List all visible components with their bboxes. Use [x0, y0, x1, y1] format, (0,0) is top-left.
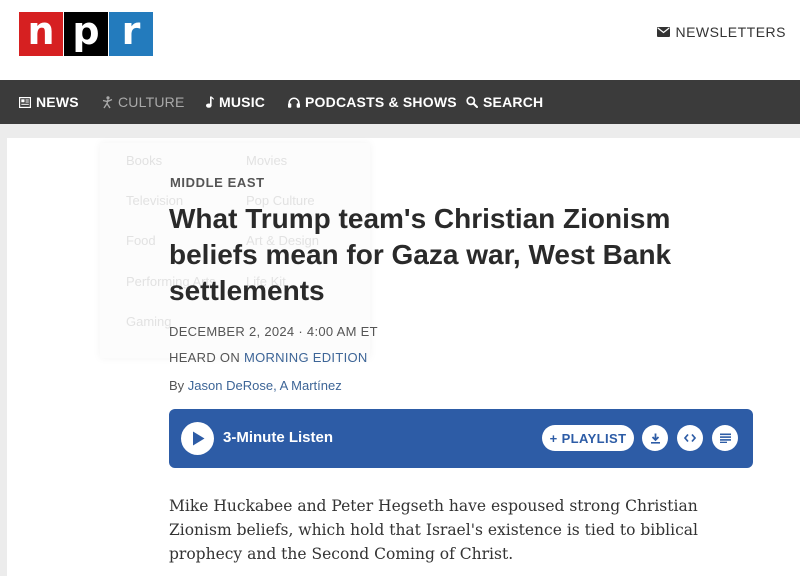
embed-button[interactable]: [677, 425, 703, 451]
newspaper-icon: [19, 96, 31, 108]
byline-prefix: By: [169, 378, 188, 393]
nav-label-search: SEARCH: [483, 94, 544, 110]
article-body-paragraph: Mike Huckabee and Peter Hegseth have esp…: [169, 497, 698, 563]
nav-item-music[interactable]: MUSIC: [205, 80, 265, 124]
section-slug[interactable]: MIDDLE EAST: [170, 175, 265, 190]
heard-on-prefix: HEARD ON: [169, 350, 244, 365]
logo-tile-n: n: [19, 9, 63, 56]
transcript-icon: [719, 433, 731, 443]
author-link-2[interactable]: A Martínez: [280, 378, 342, 393]
heard-on-line: HEARD ON MORNING EDITION: [169, 350, 368, 365]
audio-player: 3-Minute Listen + PLAYLIST: [169, 409, 753, 468]
headphones-icon: [288, 97, 300, 108]
search-icon: [466, 96, 478, 108]
culture-menu-item-gaming[interactable]: Gaming: [126, 314, 172, 329]
logo-letter-p: p: [72, 9, 100, 53]
nav-item-search[interactable]: SEARCH: [466, 80, 543, 124]
nav-item-culture[interactable]: CULTURE: [102, 80, 184, 124]
add-to-playlist-button[interactable]: + PLAYLIST: [542, 425, 634, 451]
music-note-icon: [206, 96, 214, 108]
listen-duration-label: 3-Minute Listen: [223, 429, 334, 446]
envelope-icon: [657, 27, 671, 37]
culture-menu-item-movies[interactable]: Movies: [246, 153, 287, 168]
byline: By Jason DeRose, A Martínez: [169, 378, 342, 393]
transcript-button[interactable]: [712, 425, 738, 451]
newsletters-label: NEWSLETTERS: [675, 24, 786, 40]
embed-icon: [684, 433, 696, 443]
logo-letter-n: n: [27, 9, 55, 53]
author-link-1[interactable]: Jason DeRose: [188, 378, 273, 393]
logo-tile-p: p: [64, 9, 108, 56]
nav-item-podcasts[interactable]: PODCASTS & SHOWS: [288, 80, 457, 124]
article-headline: What Trump team's Christian Zionism beli…: [169, 203, 672, 306]
nav-label-culture: CULTURE: [118, 94, 185, 110]
nav-label-news: NEWS: [36, 94, 79, 110]
article-dateline: DECEMBER 2, 2024 · 4:00 AM ET: [169, 324, 378, 339]
playlist-label: + PLAYLIST: [549, 430, 627, 446]
nav-item-news[interactable]: NEWS: [19, 80, 79, 124]
culture-icon: [102, 95, 113, 108]
culture-menu-item-books[interactable]: Books: [126, 153, 162, 168]
main-nav: NEWS CULTURE MUSIC PODCASTS & SHOWS SEAR…: [0, 80, 800, 124]
download-button[interactable]: [642, 425, 668, 451]
play-icon: [193, 431, 205, 446]
newsletters-link[interactable]: NEWSLETTERS: [657, 24, 786, 40]
show-link[interactable]: MORNING EDITION: [244, 350, 368, 365]
npr-logo[interactable]: n p r: [19, 9, 154, 56]
play-button[interactable]: [181, 422, 214, 455]
logo-tile-r: r: [109, 9, 153, 56]
nav-label-podcasts: PODCASTS & SHOWS: [305, 94, 457, 110]
site-header: n p r NEWSLETTERS: [0, 0, 800, 80]
nav-label-music: MUSIC: [219, 94, 266, 110]
logo-letter-r: r: [121, 9, 141, 53]
download-icon: [650, 433, 660, 444]
culture-menu-item-food[interactable]: Food: [126, 233, 156, 248]
